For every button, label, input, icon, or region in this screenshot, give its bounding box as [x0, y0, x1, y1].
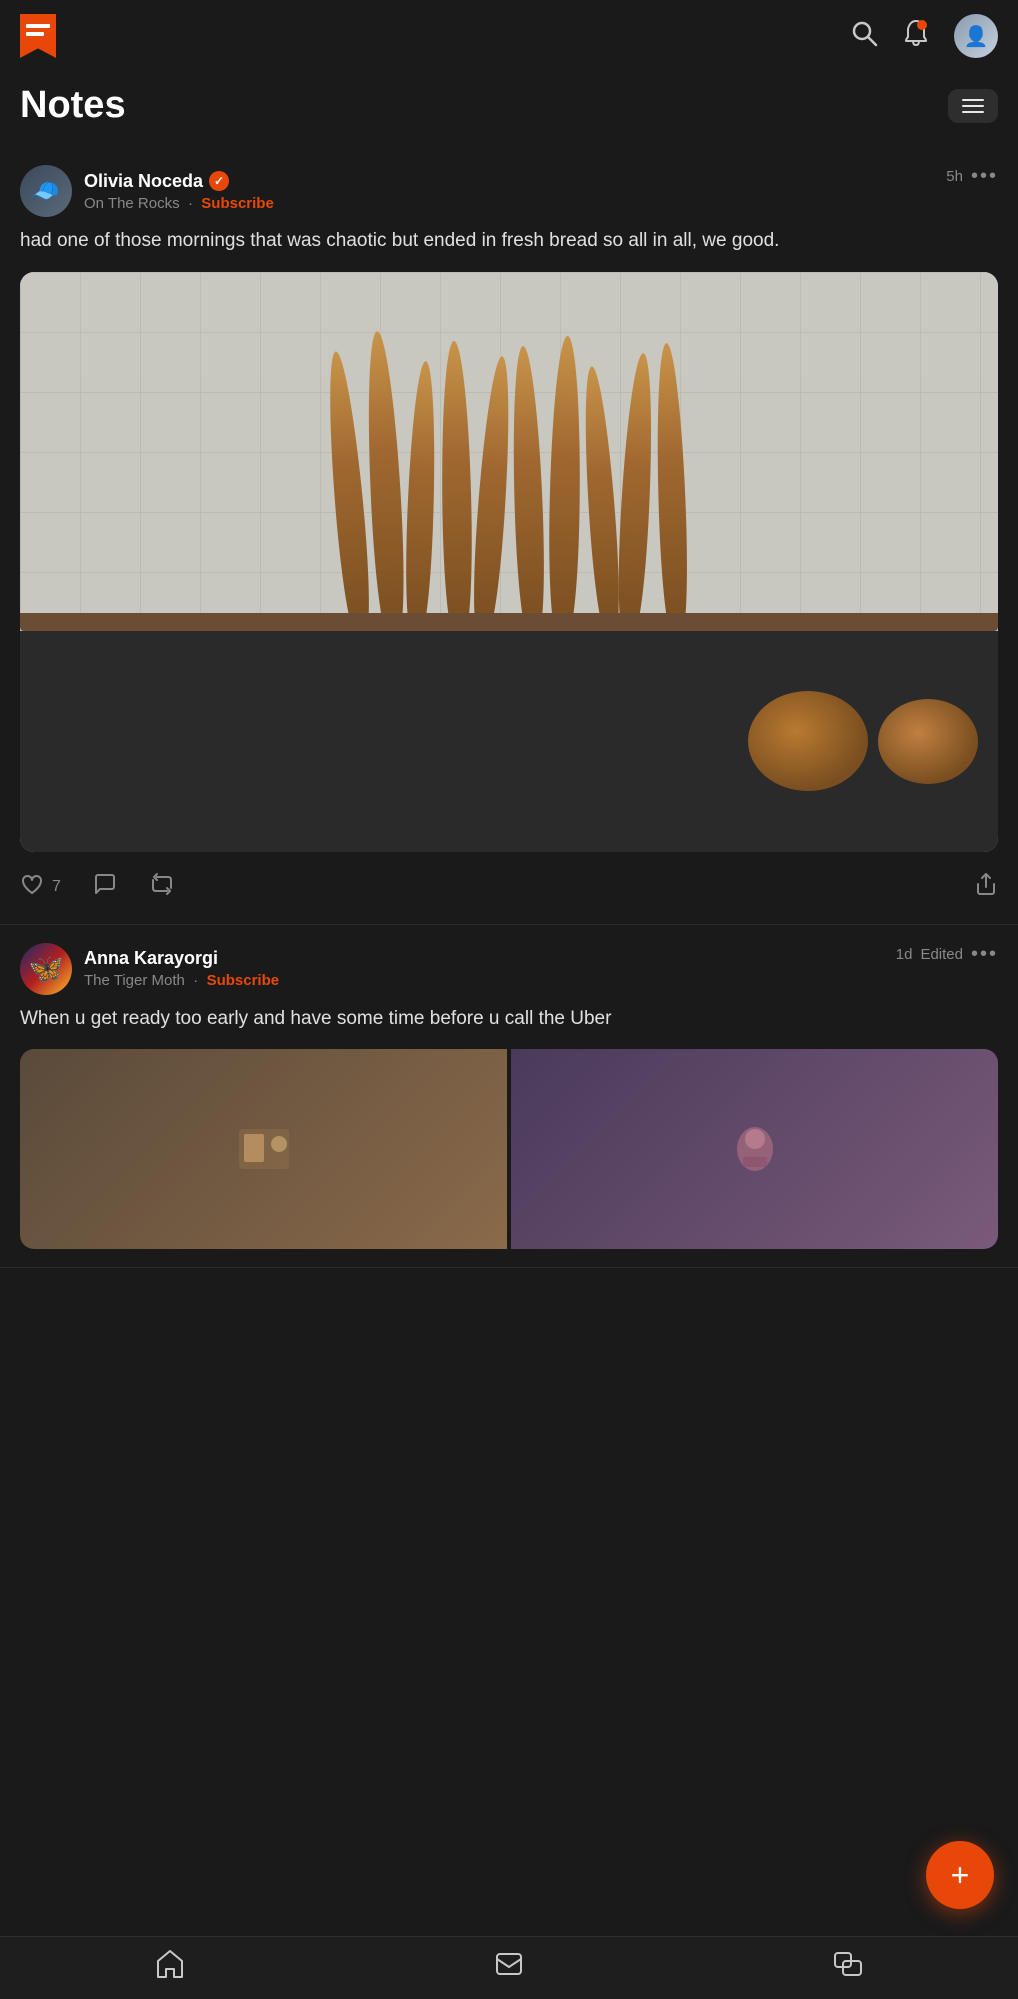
time-label-anna: 1d — [896, 946, 913, 963]
share-icon — [974, 872, 998, 902]
post-image-left — [20, 1049, 507, 1249]
action-bar: 7 — [20, 868, 998, 906]
author-row: Olivia Noceda ✓ — [84, 171, 274, 192]
edited-label: Edited — [920, 946, 963, 963]
publication-name: On The Rocks — [84, 195, 180, 212]
publication-name-anna: The Tiger Moth — [84, 972, 185, 989]
verified-badge: ✓ — [209, 171, 229, 191]
filter-button[interactable] — [948, 89, 998, 123]
home-tab[interactable] — [155, 1949, 185, 1979]
post-header-left: 🧢 Olivia Noceda ✓ On The Rocks · Subscri… — [20, 165, 274, 217]
post-images-grid — [20, 1049, 998, 1249]
notifications-icon[interactable] — [902, 19, 930, 54]
post-time-anna: 1d Edited ••• — [896, 943, 998, 966]
search-icon[interactable] — [850, 19, 878, 54]
post-card: 🧢 Olivia Noceda ✓ On The Rocks · Subscri… — [0, 147, 1018, 925]
post-text: had one of those mornings that was chaot… — [20, 227, 998, 256]
page-title-bar: Notes — [0, 72, 1018, 147]
share-button[interactable] — [974, 872, 998, 902]
author-name: Olivia Noceda — [84, 171, 203, 192]
post-header-2: 🦋 Anna Karayorgi The Tiger Moth · Subscr… — [20, 943, 998, 995]
author-row-anna: Anna Karayorgi — [84, 948, 279, 969]
post-header-left-2: 🦋 Anna Karayorgi The Tiger Moth · Subscr… — [20, 943, 279, 995]
repost-icon — [149, 872, 175, 902]
inbox-tab[interactable] — [494, 1949, 524, 1979]
post-meta-anna: Anna Karayorgi The Tiger Moth · Subscrib… — [84, 948, 279, 989]
compose-icon: + — [951, 1857, 970, 1894]
subscribe-link[interactable]: Subscribe — [201, 195, 274, 212]
app-logo[interactable] — [20, 14, 56, 58]
author-avatar-anna[interactable]: 🦋 — [20, 943, 72, 995]
heart-icon — [20, 872, 44, 902]
post-image — [20, 272, 998, 852]
nav-icons: 👤 — [850, 14, 998, 58]
comment-button[interactable] — [93, 872, 117, 902]
subscribe-link-anna[interactable]: Subscribe — [207, 972, 280, 989]
top-nav: 👤 — [0, 0, 1018, 72]
like-button[interactable]: 7 — [20, 872, 61, 902]
post-subtitle-anna: The Tiger Moth · Subscribe — [84, 972, 279, 989]
comment-icon — [93, 872, 117, 902]
repost-button[interactable] — [149, 872, 175, 902]
time-label: 5h — [946, 168, 963, 185]
page-title: Notes — [20, 84, 126, 127]
user-avatar[interactable]: 👤 — [954, 14, 998, 58]
like-count: 7 — [52, 878, 61, 896]
post-meta: Olivia Noceda ✓ On The Rocks · Subscribe — [84, 171, 274, 212]
bottom-nav — [0, 1936, 1018, 1999]
bread-image-content — [20, 330, 998, 632]
post-image-right — [511, 1049, 998, 1249]
post-subtitle: On The Rocks · Subscribe — [84, 195, 274, 212]
more-options-button-anna[interactable]: ••• — [971, 943, 998, 966]
post-card-2: 🦋 Anna Karayorgi The Tiger Moth · Subscr… — [0, 925, 1018, 1269]
compose-button[interactable]: + — [926, 1841, 994, 1909]
messages-tab[interactable] — [833, 1949, 863, 1979]
post-text-anna: When u get ready too early and have some… — [20, 1005, 998, 1034]
author-name-anna: Anna Karayorgi — [84, 948, 218, 969]
post-header: 🧢 Olivia Noceda ✓ On The Rocks · Subscri… — [20, 165, 998, 217]
post-time: 5h ••• — [946, 165, 998, 188]
author-avatar[interactable]: 🧢 — [20, 165, 72, 217]
more-options-button[interactable]: ••• — [971, 165, 998, 188]
